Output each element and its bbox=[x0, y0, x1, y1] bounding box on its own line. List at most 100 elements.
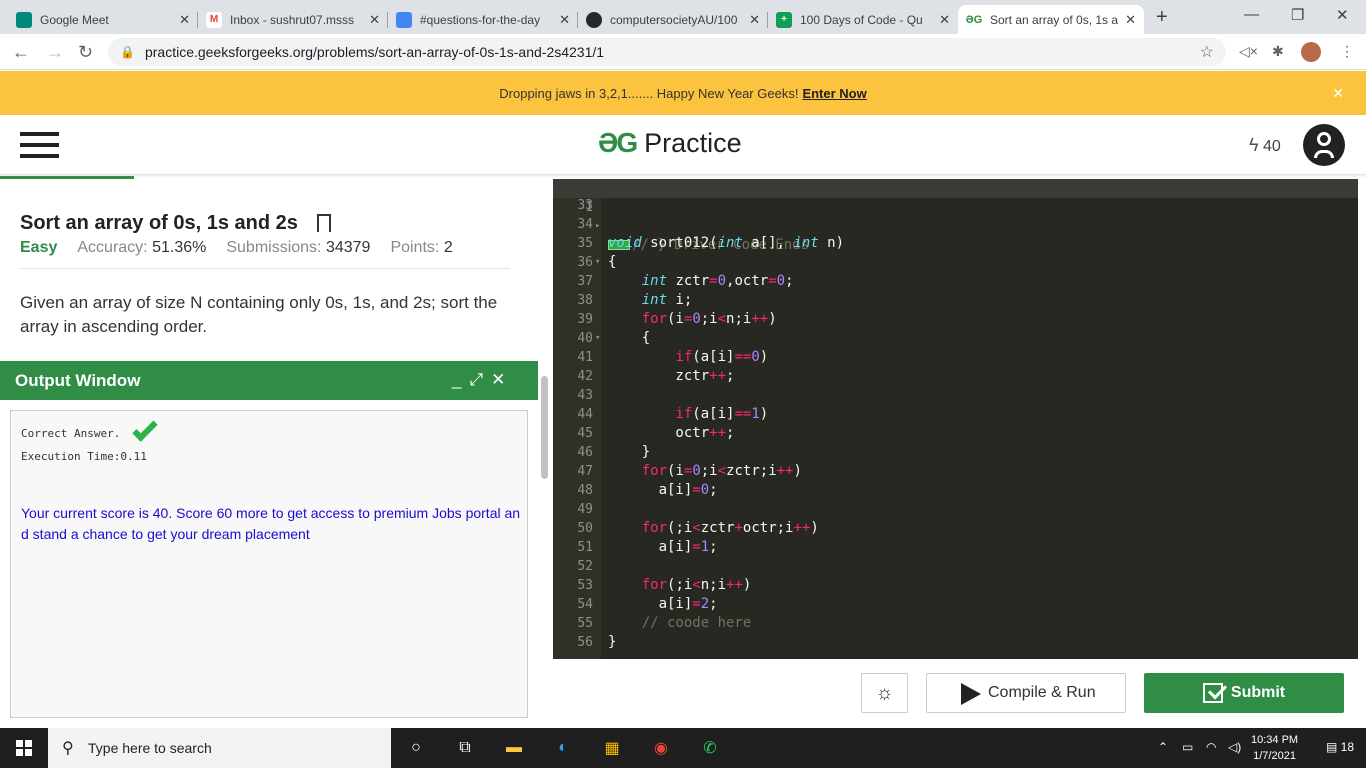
wifi-icon[interactable]: ◠ bbox=[1206, 740, 1216, 754]
submissions-stat: Submissions: 34379 bbox=[226, 239, 371, 256]
editor-line[interactable]: 52 bbox=[553, 557, 1358, 576]
gfg-logo-icon: ƏG bbox=[598, 127, 638, 158]
file-explorer-icon[interactable]: ▬ bbox=[502, 736, 526, 760]
windows-start-icon[interactable] bbox=[16, 740, 32, 756]
close-icon[interactable]: ✕ bbox=[491, 370, 505, 390]
tab-github[interactable]: computersocietyAU/100 ✕ bbox=[578, 5, 768, 34]
editor-line[interactable]: 42 zctr++; bbox=[553, 367, 1358, 386]
code-editor[interactable]: 1 ▸ // } Driver Code Ends 33 34 35 void sor… bbox=[553, 179, 1358, 659]
minimize-button[interactable]: — bbox=[1244, 6, 1259, 23]
accuracy-stat: Accuracy: 51.36% bbox=[77, 239, 207, 256]
maximize-button[interactable]: ❐ bbox=[1291, 6, 1304, 24]
close-icon[interactable]: ✕ bbox=[749, 12, 760, 28]
problem-title: Sort an array of 0s, 1s and 2s bbox=[20, 212, 298, 234]
task-view-icon[interactable]: ⧉ bbox=[453, 736, 477, 760]
bookmark-icon[interactable] bbox=[317, 214, 331, 232]
forward-icon[interactable]: → bbox=[46, 42, 64, 63]
compile-run-button[interactable]: Compile & Run bbox=[926, 673, 1126, 713]
close-window-button[interactable]: ✕ bbox=[1336, 6, 1349, 24]
editor-line[interactable]: 37 int zctr=0,octr=0; bbox=[553, 272, 1358, 291]
address-bar-row: ← → ↻ 🔒 practice.geeksforgeeks.org/probl… bbox=[0, 34, 1366, 70]
scrollbar[interactable] bbox=[541, 376, 548, 479]
chevron-up-icon[interactable]: ⌃ bbox=[1158, 740, 1168, 754]
expand-icon[interactable]: ⤢ bbox=[469, 370, 483, 390]
google-meet-icon bbox=[16, 11, 32, 28]
editor-line[interactable]: 38 int i; bbox=[553, 291, 1358, 310]
chrome-icon[interactable]: ◉ bbox=[649, 736, 673, 760]
banner-link[interactable]: Enter Now bbox=[802, 86, 866, 101]
taskbar-search[interactable]: ⚲ Type here to search bbox=[48, 728, 391, 768]
tab-sort-array[interactable]: ƏG Sort an array of 0s, 1s a ✕ bbox=[958, 5, 1144, 34]
tab-google-meet[interactable]: Google Meet ✕ bbox=[8, 5, 198, 34]
problem-pane: Sort an array of 0s, 1s and 2s Easy Accu… bbox=[0, 179, 538, 361]
editor-line[interactable]: 33 bbox=[553, 196, 1358, 215]
editor-line[interactable]: 51 a[i]=1; bbox=[553, 538, 1358, 557]
editor-line[interactable]: 34 bbox=[553, 215, 1358, 234]
difficulty-badge: Easy bbox=[20, 239, 58, 256]
fold-arrow-icon[interactable]: ▾ bbox=[595, 329, 600, 348]
close-icon[interactable]: ✕ bbox=[1332, 85, 1344, 102]
brand-logo[interactable]: ƏG Practice bbox=[598, 127, 742, 159]
bolt-icon: ϟ bbox=[1249, 135, 1259, 155]
system-clock[interactable]: 10:34 PM 1/7/2021 bbox=[1251, 732, 1298, 764]
submit-button[interactable]: Submit bbox=[1144, 673, 1344, 713]
fold-arrow-icon[interactable]: ▾ bbox=[595, 253, 600, 272]
new-tab-button[interactable]: + bbox=[1156, 6, 1168, 29]
lock-icon[interactable]: 🔒 bbox=[120, 45, 135, 59]
editor-line[interactable]: 55 // coode here bbox=[553, 614, 1358, 633]
close-icon[interactable]: ✕ bbox=[1125, 12, 1136, 28]
volume-icon[interactable]: ◁) bbox=[1228, 740, 1241, 754]
checkmark-icon bbox=[132, 416, 158, 442]
tab-gmail-inbox[interactable]: M Inbox - sushrut07.msss ✕ bbox=[198, 5, 388, 34]
gfg-icon: ƏG bbox=[965, 11, 983, 28]
editor-line[interactable]: 36 ▾{ bbox=[553, 253, 1358, 272]
editor-line[interactable]: 44 if(a[i]==1) bbox=[553, 405, 1358, 424]
editor-line[interactable]: 50 for(;i<zctr+octr;i++) bbox=[553, 519, 1358, 538]
points-stat: Points: 2 bbox=[390, 239, 453, 256]
github-icon bbox=[586, 11, 602, 28]
editor-line[interactable]: 53 for(;i<n;i++) bbox=[553, 576, 1358, 595]
close-icon[interactable]: ✕ bbox=[369, 12, 380, 28]
editor-line[interactable]: 39 for(i=0;i<n;i++) bbox=[553, 310, 1358, 329]
calendar-icon bbox=[396, 11, 412, 28]
score-value: 40 bbox=[1262, 138, 1281, 155]
battery-icon[interactable]: ▭ bbox=[1182, 740, 1193, 754]
reload-icon[interactable]: ↻ bbox=[78, 42, 93, 63]
store-icon[interactable]: ▦ bbox=[600, 736, 624, 760]
editor-line[interactable]: 35 void sort012(int a[], int n) bbox=[553, 234, 1358, 253]
back-icon[interactable]: ← bbox=[12, 42, 30, 63]
editor-line[interactable]: 54 a[i]=2; bbox=[553, 595, 1358, 614]
url-bar[interactable]: 🔒 practice.geeksforgeeks.org/problems/so… bbox=[108, 38, 1226, 66]
cortana-icon[interactable]: ○ bbox=[404, 736, 428, 760]
editor-line[interactable]: 56} bbox=[553, 633, 1358, 652]
whatsapp-icon[interactable]: ✆ bbox=[698, 736, 722, 760]
extensions-icon[interactable]: ✱ bbox=[1272, 43, 1284, 60]
hamburger-menu-icon[interactable] bbox=[20, 132, 59, 158]
search-placeholder: Type here to search bbox=[88, 740, 212, 756]
close-icon[interactable]: ✕ bbox=[939, 12, 950, 28]
editor-line[interactable]: 46 } bbox=[553, 443, 1358, 462]
profile-avatar[interactable] bbox=[1301, 42, 1321, 62]
editor-line[interactable]: 48 a[i]=0; bbox=[553, 481, 1358, 500]
editor-line[interactable]: 45 octr++; bbox=[553, 424, 1358, 443]
editor-line[interactable]: 40 ▾ { bbox=[553, 329, 1358, 348]
theme-toggle-bulb-icon[interactable]: ☼ bbox=[861, 673, 908, 713]
play-icon bbox=[961, 683, 981, 705]
user-avatar[interactable] bbox=[1303, 124, 1345, 166]
tab-100-days[interactable]: + 100 Days of Code - Qu ✕ bbox=[768, 5, 958, 34]
menu-icon[interactable]: ⋮ bbox=[1340, 43, 1354, 60]
notification-icon[interactable]: ▤ 18 bbox=[1326, 740, 1354, 754]
close-icon[interactable]: ✕ bbox=[559, 12, 570, 28]
bookmark-star-icon[interactable]: ☆ bbox=[1200, 42, 1214, 62]
editor-line[interactable]: 47 for(i=0;i<zctr;i++) bbox=[553, 462, 1358, 481]
editor-line[interactable]: 41 if(a[i]==0) bbox=[553, 348, 1358, 367]
mute-icon[interactable]: ◁× bbox=[1239, 43, 1258, 60]
edge-icon[interactable]: ◐ bbox=[551, 736, 575, 760]
minimize-icon[interactable]: _ bbox=[452, 370, 461, 390]
tab-questions[interactable]: #questions-for-the-day ✕ bbox=[388, 5, 578, 34]
close-icon[interactable]: ✕ bbox=[179, 12, 190, 28]
editor-line[interactable]: 49 bbox=[553, 500, 1358, 519]
editor-line[interactable]: 43 bbox=[553, 386, 1358, 405]
result-text: Correct Answer. bbox=[21, 427, 121, 440]
announcement-banner: Dropping jaws in 3,2,1....... Happy New … bbox=[0, 71, 1366, 115]
